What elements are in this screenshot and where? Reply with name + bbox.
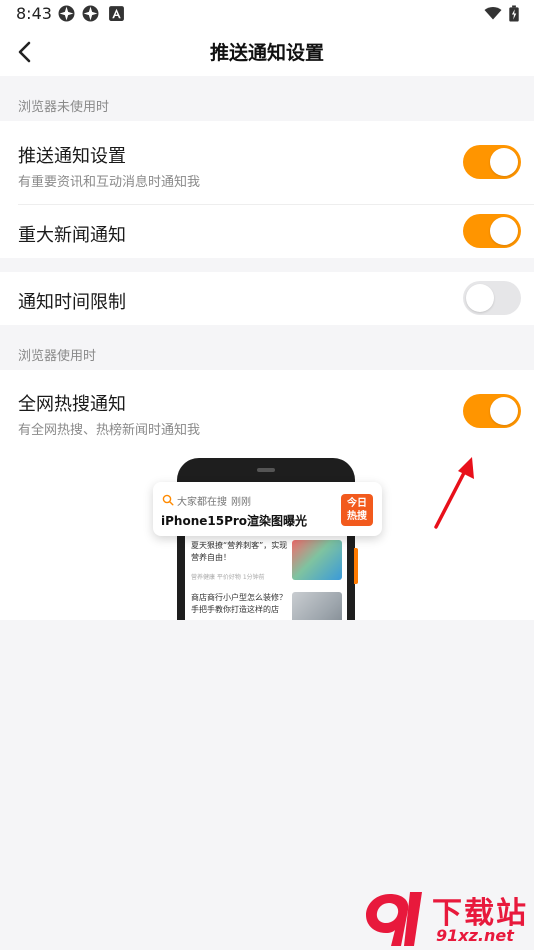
- status-bar: 8:43: [0, 0, 534, 28]
- preview-notification: 大家都在搜 刚刚 iPhone15Pro渲染图曝光 今日 热搜: [153, 482, 382, 536]
- watermark-logo-icon: [366, 892, 422, 946]
- time-limit-title: 通知时间限制: [18, 292, 126, 313]
- section-label-active: 浏览器使用时: [18, 349, 97, 364]
- page-title: 推送通知设置: [209, 42, 324, 64]
- watermark-url: 91xz.net: [436, 926, 514, 945]
- hot-search-badge-line1: 今日: [347, 498, 367, 509]
- preview-news-title: 商店商行小户型怎么装修？手把手教你打造这样的店: [191, 593, 287, 614]
- phone-side-button: [354, 548, 358, 584]
- news-thumbnail: [292, 540, 342, 580]
- hot-search-badge-line2: 热搜: [347, 511, 367, 522]
- notification-title: iPhone15Pro渲染图曝光: [161, 514, 308, 528]
- app-store-icon: [109, 6, 124, 21]
- row-divider: [18, 204, 534, 205]
- hot-search-toggle[interactable]: [463, 394, 521, 428]
- annotation-arrow-icon: [434, 457, 474, 529]
- toggle-knob: [490, 397, 518, 425]
- hot-search-title: 全网热搜通知: [18, 394, 126, 415]
- battery-icon: [509, 5, 519, 22]
- notification-source: 大家都在搜: [177, 497, 227, 508]
- hot-search-badge: 今日 热搜: [341, 494, 373, 526]
- major-news-title: 重大新闻通知: [18, 225, 126, 246]
- preview-news-meta: 营养健康 平价好物 1分钟前: [191, 574, 265, 581]
- push-notification-subtitle: 有重要资讯和互动消息时通知我: [18, 175, 201, 190]
- toggle-knob: [466, 284, 494, 312]
- status-time: 8:43: [16, 4, 52, 23]
- toggle-knob: [490, 217, 518, 245]
- section-label-idle: 浏览器未使用时: [18, 100, 110, 115]
- app-notification-icon: [58, 5, 75, 22]
- phone-speaker: [257, 468, 275, 472]
- major-news-toggle[interactable]: [463, 214, 521, 248]
- settings-card-time-limit: 通知时间限制: [0, 272, 534, 325]
- notification-time: 刚刚: [231, 497, 251, 508]
- push-notification-toggle[interactable]: [463, 145, 521, 179]
- settings-card-idle: 推送通知设置 有重要资讯和互动消息时通知我 重大新闻通知: [0, 121, 534, 258]
- push-notification-title: 推送通知设置: [18, 146, 126, 167]
- wifi-icon: [484, 7, 502, 20]
- news-thumbnail: [292, 592, 342, 620]
- hot-search-subtitle: 有全网热搜、热榜新闻时通知我: [18, 423, 201, 438]
- toggle-knob: [490, 148, 518, 176]
- title-bar: 推送通知设置: [0, 28, 534, 76]
- search-icon: [162, 494, 174, 506]
- preview-news-title: 夏天狠撩“营养刺客”，实现营养自由！: [191, 541, 288, 562]
- time-limit-toggle[interactable]: [463, 281, 521, 315]
- app-notification-icon: [82, 5, 99, 22]
